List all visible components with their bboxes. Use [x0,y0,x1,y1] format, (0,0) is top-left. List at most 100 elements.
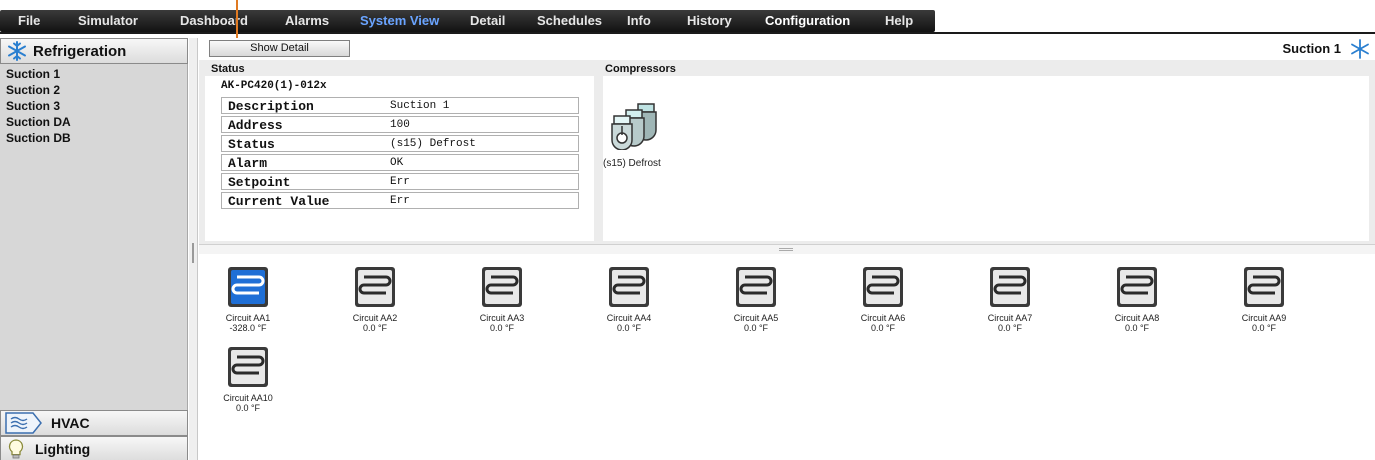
compressor-state-label: (s15) Defrost [603,158,661,169]
circuit-value: 0.0 °F [362,323,388,333]
evaporator-coil-icon [228,267,268,307]
circuit-name: Circuit AA2 [352,313,398,323]
circuit-value: 0.0 °F [870,323,896,333]
circuit-value: 0.0 °F [489,323,515,333]
menu-system-view[interactable]: System View [360,13,439,28]
hvac-icon [5,412,42,434]
status-value: OK [390,157,404,169]
suction-list: Suction 1 Suction 2 Suction 3 Suction DA… [0,66,188,146]
hvac-label: HVAC [51,415,90,431]
status-row-current-value: Current Value Err [221,192,579,209]
refrigeration-title: Refrigeration [33,42,127,60]
status-row-alarm: Alarm OK [221,154,579,171]
status-key: Description [228,99,314,114]
status-value: (s15) Defrost [390,138,476,150]
circuit-name: Circuit AA7 [987,313,1033,323]
snowflake-icon [8,41,26,61]
circuit-3[interactable]: Circuit AA3 0.0 °F [458,266,546,333]
status-value: Suction 1 [390,100,450,112]
evaporator-coil-icon [1117,267,1157,307]
circuit-name: Circuit AA9 [1241,313,1287,323]
evaporator-coil-icon [228,347,268,387]
menu-info[interactable]: Info [627,13,651,28]
menu-alarms[interactable]: Alarms [285,13,329,28]
lighting-label: Lighting [35,441,91,457]
status-key: Setpoint [228,175,291,190]
menu-help[interactable]: Help [885,13,913,28]
circuit-1[interactable]: Circuit AA1 -328.0 °F [204,266,292,333]
circuit-9[interactable]: Circuit AA9 0.0 °F [1220,266,1308,333]
circuit-name: Circuit AA8 [1114,313,1160,323]
sidebar-item-suction-3[interactable]: Suction 3 [0,98,188,114]
sidebar-item-suction-1[interactable]: Suction 1 [0,66,188,82]
status-value: 100 [390,119,410,131]
circuit-name: Circuit AA3 [479,313,525,323]
lightbulb-icon [8,439,24,459]
horizontal-splitter[interactable] [199,244,1375,254]
sidebar-item-suction-da[interactable]: Suction DA [0,114,188,130]
splitter-grip[interactable] [779,248,793,251]
snowflake-icon [1351,39,1369,59]
lighting-section[interactable]: Lighting [0,436,188,460]
status-key: Current Value [228,194,330,209]
menu-schedules[interactable]: Schedules [537,13,602,28]
sidebar-item-suction-2[interactable]: Suction 2 [0,82,188,98]
menu-file[interactable]: File [18,13,40,28]
evaporator-coil-icon [609,267,649,307]
circuit-value: 0.0 °F [616,323,642,333]
circuit-name: Circuit AA1 [225,313,271,323]
menu-simulator[interactable]: Simulator [78,13,138,28]
pointer-marker [236,0,238,40]
circuit-2[interactable]: Circuit AA2 0.0 °F [331,266,419,333]
status-row-status: Status (s15) Defrost [221,135,579,152]
detail-toolbar: Show Detail Suction 1 [199,38,1375,60]
circuit-value: 0.0 °F [743,323,769,333]
compressors-section-label: Compressors [605,63,676,75]
hvac-section[interactable]: HVAC [0,410,188,436]
circuit-4[interactable]: Circuit AA4 0.0 °F [585,266,673,333]
circuit-10[interactable]: Circuit AA10 0.0 °F [204,346,292,413]
compressor-icon[interactable] [608,102,664,150]
circuit-8[interactable]: Circuit AA8 0.0 °F [1093,266,1181,333]
circuit-6[interactable]: Circuit AA6 0.0 °F [839,266,927,333]
vertical-splitter[interactable] [189,38,198,460]
refrigeration-header[interactable]: Refrigeration [0,38,188,64]
status-row-description: Description Suction 1 [221,97,579,114]
evaporator-coil-icon [736,267,776,307]
circuit-name: Circuit AA4 [606,313,652,323]
status-key: Address [228,118,283,133]
circuit-value: 0.0 °F [997,323,1023,333]
menu-underline [0,32,1375,34]
circuit-name: Circuit AA5 [733,313,779,323]
left-sidebar: Refrigeration Suction 1 Suction 2 Suctio… [0,38,188,460]
compressors-panel [603,76,1369,241]
circuit-5[interactable]: Circuit AA5 0.0 °F [712,266,800,333]
circuit-7[interactable]: Circuit AA7 0.0 °F [966,266,1054,333]
status-row-address: Address 100 [221,116,579,133]
circuit-value: 0.0 °F [1251,323,1277,333]
menu-history[interactable]: History [687,13,732,28]
status-value: Err [390,195,410,207]
evaporator-coil-icon [355,267,395,307]
evaporator-coil-icon [990,267,1030,307]
status-value: Err [390,176,410,188]
circuit-value: 0.0 °F [235,403,261,413]
circuit-value: -328.0 °F [229,323,267,333]
circuit-value: 0.0 °F [1124,323,1150,333]
evaporator-coil-icon [863,267,903,307]
device-name: AK-PC420(1)-012x [221,80,327,92]
splitter-grip[interactable] [192,243,194,263]
sidebar-item-suction-db[interactable]: Suction DB [0,130,188,146]
menu-bar: File Simulator Dashboard Alarms System V… [0,0,1375,40]
status-key: Status [228,137,275,152]
circuit-name: Circuit AA6 [860,313,906,323]
show-detail-button[interactable]: Show Detail [209,40,350,57]
menu-detail[interactable]: Detail [470,13,505,28]
menu-configuration[interactable]: Configuration [765,13,850,28]
status-pane: Status Compressors AK-PC420(1)-012x Desc… [199,60,1375,244]
status-key: Alarm [228,156,268,171]
status-section-label: Status [211,63,245,75]
page-title: Suction 1 [1282,41,1341,56]
evaporator-coil-icon [482,267,522,307]
status-row-setpoint: Setpoint Err [221,173,579,190]
